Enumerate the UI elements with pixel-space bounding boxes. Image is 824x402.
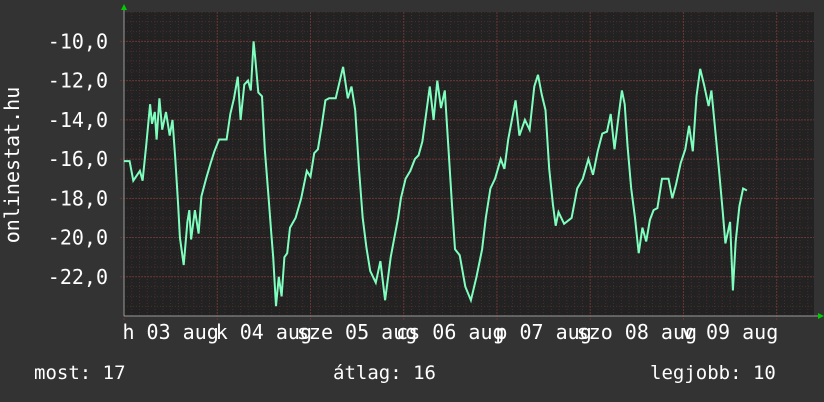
plot-area xyxy=(124,12,814,316)
x-axis-arrow xyxy=(818,313,824,319)
x-tick-label: h 03 aug xyxy=(122,320,218,344)
y-tick-label: -18,0 xyxy=(48,186,108,210)
chart: -10,0 -12,0 -14,0 -16,0 -18,0 -20,0 -22,0 h 03… xyxy=(0,4,824,344)
y-tick-label: -20,0 xyxy=(48,226,108,250)
stat-now: most: 17 xyxy=(34,362,126,384)
y-tick-label: -14,0 xyxy=(48,108,108,132)
y-axis-arrow xyxy=(121,4,127,10)
stat-average: átlag: 16 xyxy=(333,362,436,384)
x-tick-label: szo 08 aug xyxy=(577,320,697,344)
y-tick-label: -22,0 xyxy=(48,265,108,289)
stat-best: legjobb: 10 xyxy=(650,362,776,384)
y-tick-labels: -10,0 -12,0 -14,0 -16,0 -18,0 -20,0 -22,0 xyxy=(48,29,108,288)
x-tick-label: v 09 aug xyxy=(682,320,778,344)
y-axis-label: onlinestat.hu xyxy=(0,87,24,244)
x-tick-label: cs 06 aug xyxy=(396,320,504,344)
x-tick-labels: h 03 augk 04 augsze 05 augcs 06 augp 07 … xyxy=(122,320,778,344)
y-tick-label: -10,0 xyxy=(48,29,108,53)
y-tick-label: -16,0 xyxy=(48,147,108,171)
y-tick-label: -12,0 xyxy=(48,69,108,93)
